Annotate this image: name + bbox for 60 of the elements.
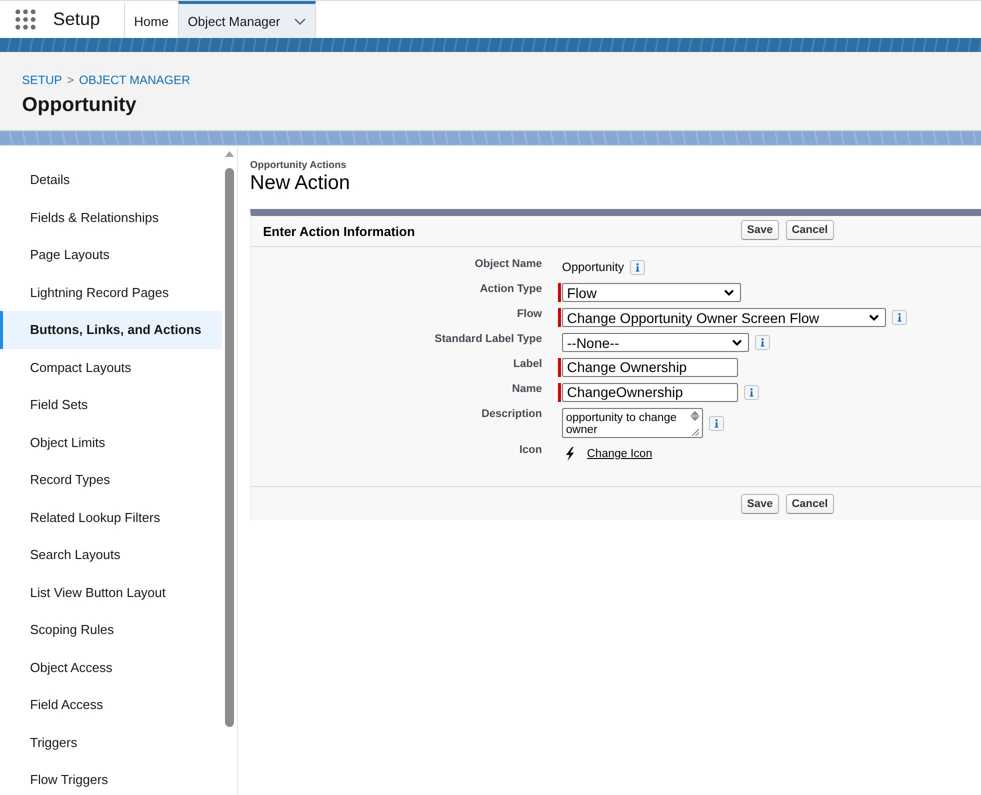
field-label: Flow: [516, 307, 542, 321]
scroll-arrows-icon[interactable]: [690, 410, 700, 422]
sidebar-item[interactable]: Search Layouts: [0, 536, 222, 574]
sidebar-item[interactable]: Related Lookup Filters: [0, 498, 222, 536]
page-subtitle: Opportunity Actions: [250, 160, 348, 172]
sidebar-item[interactable]: Compact Layouts: [0, 348, 222, 386]
scrollbar-thumb[interactable]: [225, 168, 234, 727]
field-label: Object Name: [474, 257, 542, 271]
sidebar-item[interactable]: List View Button Layout: [0, 574, 222, 611]
breadcrumb-link[interactable]: SETUP: [22, 72, 62, 88]
section-title: Enter Action Information: [263, 224, 416, 238]
save-button[interactable]: Save: [741, 494, 779, 514]
save-button[interactable]: Save: [741, 220, 779, 240]
sidebar-item[interactable]: Field Access: [0, 686, 222, 724]
sidebar-item[interactable]: Fields & Relationships: [0, 198, 222, 236]
info-icon[interactable]: [744, 385, 759, 400]
app-title: Setup: [53, 9, 100, 30]
sidebar-item[interactable]: Record Types: [0, 461, 222, 498]
info-icon[interactable]: [709, 416, 724, 430]
select-field[interactable]: Change Opportunity Owner Screen Flow: [562, 308, 886, 327]
chevron-down-icon[interactable]: [294, 18, 306, 24]
page-title: Opportunity: [22, 93, 138, 118]
breadcrumb-link[interactable]: OBJECT MANAGER: [79, 72, 190, 88]
caret-icon[interactable]: [732, 339, 742, 346]
info-icon[interactable]: [630, 260, 646, 275]
sidebar-item[interactable]: Triggers: [0, 724, 222, 761]
field-label: Action Type: [480, 282, 542, 296]
field-label: Standard Label Type: [434, 332, 542, 346]
sidebar-item[interactable]: Object Limits: [0, 424, 222, 461]
field-label: Name: [512, 382, 542, 396]
select-field[interactable]: Flow: [562, 283, 741, 302]
sidebar-item[interactable]: Buttons, Links, and Actions: [0, 311, 222, 348]
input-field[interactable]: ChangeOwnership: [562, 383, 738, 402]
field-label: Label: [513, 357, 542, 371]
change-icon-link[interactable]: Change Icon: [587, 448, 652, 460]
field-value: Opportunity: [562, 259, 624, 276]
cancel-button[interactable]: Cancel: [786, 220, 834, 240]
cancel-button[interactable]: Cancel: [786, 494, 834, 514]
sidebar-item[interactable]: Lightning Record Pages: [0, 274, 222, 311]
nav-tab[interactable]: Object Manager: [178, 1, 316, 38]
textarea-field[interactable]: opportunity to change owner: [562, 408, 703, 438]
sidebar-item[interactable]: Details: [0, 161, 222, 198]
field-label: Description: [481, 407, 542, 421]
select-field[interactable]: --None--: [562, 333, 749, 352]
sidebar-item[interactable]: Field Sets: [0, 386, 222, 424]
caret-icon[interactable]: [869, 314, 879, 321]
breadcrumb-separator: >: [67, 72, 74, 88]
sidebar-item[interactable]: Object Access: [0, 648, 222, 686]
lightning-bolt-icon: [565, 446, 575, 460]
resize-grip-icon[interactable]: [691, 428, 699, 436]
sidebar-item[interactable]: Page Layouts: [0, 236, 222, 274]
page-heading: New Action: [250, 172, 352, 194]
info-icon[interactable]: [892, 310, 907, 325]
sidebar-item[interactable]: Scoping Rules: [0, 611, 222, 648]
input-field[interactable]: Change Ownership: [562, 358, 738, 377]
info-icon[interactable]: [755, 335, 770, 350]
sidebar-item[interactable]: Flow Triggers: [0, 761, 222, 795]
caret-icon[interactable]: [724, 289, 734, 296]
field-label: Icon: [519, 443, 542, 457]
app-launcher-icon[interactable]: [15, 9, 36, 30]
